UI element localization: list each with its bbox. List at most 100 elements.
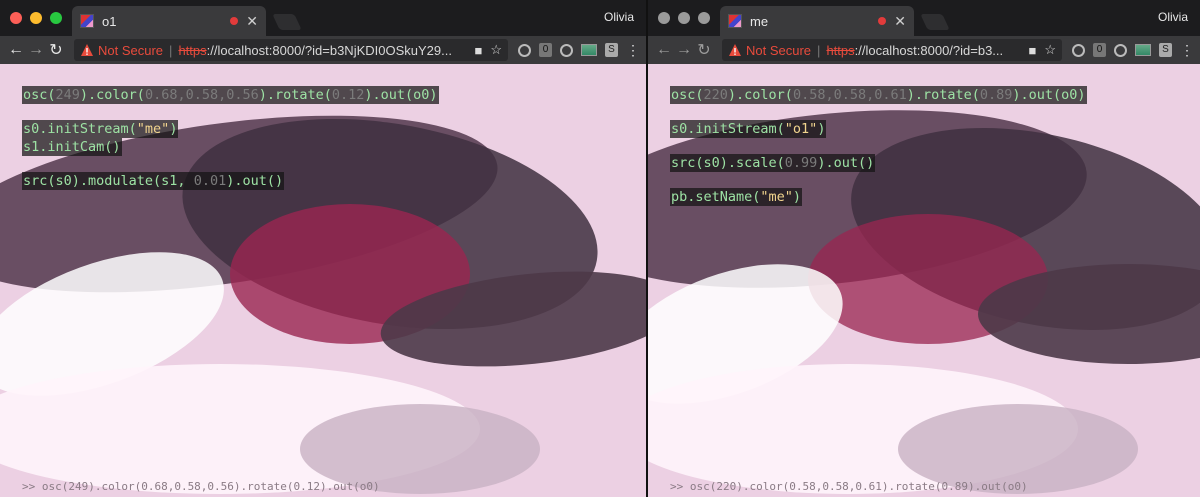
extension-image-icon[interactable] (581, 44, 597, 56)
code-line[interactable]: src(s0).modulate(s1, 0.01).out() (22, 172, 285, 190)
tab-strip: me ✕ Olivia (648, 0, 1200, 36)
code-line[interactable]: pb.setName("me") (670, 188, 803, 206)
code-token: 220 (703, 87, 728, 103)
back-icon[interactable]: ← (654, 41, 674, 59)
extensions-bar: 0 S ⋮ (1072, 42, 1194, 59)
new-tab-button[interactable] (272, 14, 302, 30)
profile-name[interactable]: Olivia (604, 10, 634, 24)
code-line[interactable]: osc(220).color(0.58,0.58,0.61).rotate(0.… (670, 86, 1087, 104)
code-token: "me" (760, 189, 793, 205)
tab-strip: o1 ✕ Olivia (0, 0, 646, 36)
code-token: 0.12 (331, 87, 365, 103)
maximize-window-button[interactable] (50, 12, 62, 24)
forward-icon[interactable]: → (26, 41, 46, 59)
minimize-window-button[interactable] (678, 12, 690, 24)
code-token: 0.58,0.58,0.61 (792, 87, 907, 103)
bookmark-star-icon[interactable]: ☆ (1044, 42, 1056, 58)
back-icon[interactable]: ← (6, 41, 26, 59)
console-line: >> osc(220).color(0.58,0.58,0.61).rotate… (670, 480, 1028, 493)
code-token: ).out(o0) (1012, 87, 1086, 103)
url-scheme: https (826, 42, 855, 58)
minimize-window-button[interactable] (30, 12, 42, 24)
menu-icon[interactable]: ⋮ (1180, 42, 1194, 59)
extension-s-icon[interactable]: S (605, 43, 618, 57)
address-bar[interactable]: Not Secure | https ://localhost:8000/?id… (722, 39, 1062, 61)
tab-title: me (750, 13, 769, 29)
code-line[interactable]: s1.initCam() (22, 138, 122, 156)
code-token: ) (792, 189, 802, 205)
url-text: ://localhost:8000/?id=b3NjKDI0OSkuY29... (206, 42, 452, 58)
tab-title: o1 (102, 13, 117, 29)
new-tab-button[interactable] (920, 14, 950, 30)
url-scheme: https (178, 42, 207, 58)
code-token: ) (169, 121, 178, 137)
address-bar[interactable]: Not Secure | https ://localhost:8000/?id… (74, 39, 508, 61)
code-token: "me" (136, 121, 170, 137)
reload-icon[interactable]: ↻ (694, 40, 714, 60)
code-editor[interactable]: osc(220).color(0.58,0.58,0.61).rotate(0.… (670, 86, 1087, 206)
code-token: ).rotate( (258, 87, 332, 103)
code-line[interactable]: src(s0).scale(0.99).out() (670, 154, 876, 172)
browser-window-left: o1 ✕ Olivia ← → ↻ Not Secure | https ://… (0, 0, 646, 497)
close-window-button[interactable] (658, 12, 670, 24)
code-line-row: pb.setName("me") (670, 188, 1087, 206)
forward-icon[interactable]: → (674, 41, 694, 59)
browser-window-right: me ✕ Olivia ← → ↻ Not Secure | https ://… (648, 0, 1200, 497)
extension-image-icon[interactable] (1135, 44, 1151, 56)
code-token: osc( (671, 87, 704, 103)
extension-s-icon[interactable]: S (1159, 43, 1172, 57)
code-token: s0.initStream( (23, 121, 137, 137)
menu-icon[interactable]: ⋮ (626, 42, 640, 59)
window-controls (658, 12, 710, 24)
video-canvas: osc(249).color(0.68,0.58,0.56).rotate(0.… (0, 64, 646, 497)
code-line[interactable]: s0.initStream("o1") (670, 120, 827, 138)
warning-icon (729, 44, 741, 56)
close-window-button[interactable] (10, 12, 22, 24)
code-token: ).rotate( (906, 87, 980, 103)
code-line[interactable]: osc(249).color(0.68,0.58,0.56).rotate(0.… (22, 86, 439, 104)
profile-name[interactable]: Olivia (1158, 10, 1188, 24)
extension-target-icon[interactable] (518, 43, 531, 57)
code-line[interactable]: s0.initStream("me") (22, 120, 179, 138)
code-token: ) (817, 121, 826, 137)
code-token: 0.01 (193, 173, 227, 189)
code-line-row: s0.initStream("o1") (670, 120, 1087, 138)
extension-globe-icon[interactable] (560, 43, 573, 57)
code-token: s0.initStream( (671, 121, 785, 137)
code-token: ).out() (226, 173, 284, 189)
tab-o1[interactable]: o1 ✕ (72, 6, 266, 36)
camera-icon[interactable]: ■ (474, 43, 482, 58)
code-line-row: src(s0).scale(0.99).out() (670, 154, 1087, 172)
code-token: 0.68,0.58,0.56 (144, 87, 259, 103)
camera-icon[interactable]: ■ (1028, 43, 1036, 58)
toolbar: ← → ↻ Not Secure | https ://localhost:80… (0, 36, 646, 64)
reload-icon[interactable]: ↻ (46, 40, 66, 60)
code-token: ).color( (727, 87, 793, 103)
code-token: pb.setName( (671, 189, 761, 205)
extension-badge[interactable]: 0 (539, 43, 552, 57)
tab-me[interactable]: me ✕ (720, 6, 914, 36)
not-secure-label: Not Secure (746, 42, 812, 58)
code-token: s1.initCam() (23, 139, 121, 155)
close-tab-icon[interactable]: ✕ (246, 13, 258, 30)
extension-globe-icon[interactable] (1114, 43, 1127, 57)
warning-icon (81, 44, 93, 56)
extension-badge[interactable]: 0 (1093, 43, 1106, 57)
bookmark-star-icon[interactable]: ☆ (490, 42, 502, 58)
favicon-icon (80, 14, 94, 28)
code-line-row: s0.initStream("me") (22, 120, 439, 138)
code-token: osc( (23, 87, 56, 103)
maximize-window-button[interactable] (698, 12, 710, 24)
url-separator: | (169, 42, 173, 58)
code-token: ).color( (79, 87, 145, 103)
code-token: ).out(o0) (364, 87, 438, 103)
code-token: 249 (55, 87, 80, 103)
code-line-row: osc(220).color(0.58,0.58,0.61).rotate(0.… (670, 86, 1087, 104)
code-editor[interactable]: osc(249).color(0.68,0.58,0.56).rotate(0.… (22, 86, 439, 190)
extension-target-icon[interactable] (1072, 43, 1085, 57)
close-tab-icon[interactable]: ✕ (894, 13, 906, 30)
